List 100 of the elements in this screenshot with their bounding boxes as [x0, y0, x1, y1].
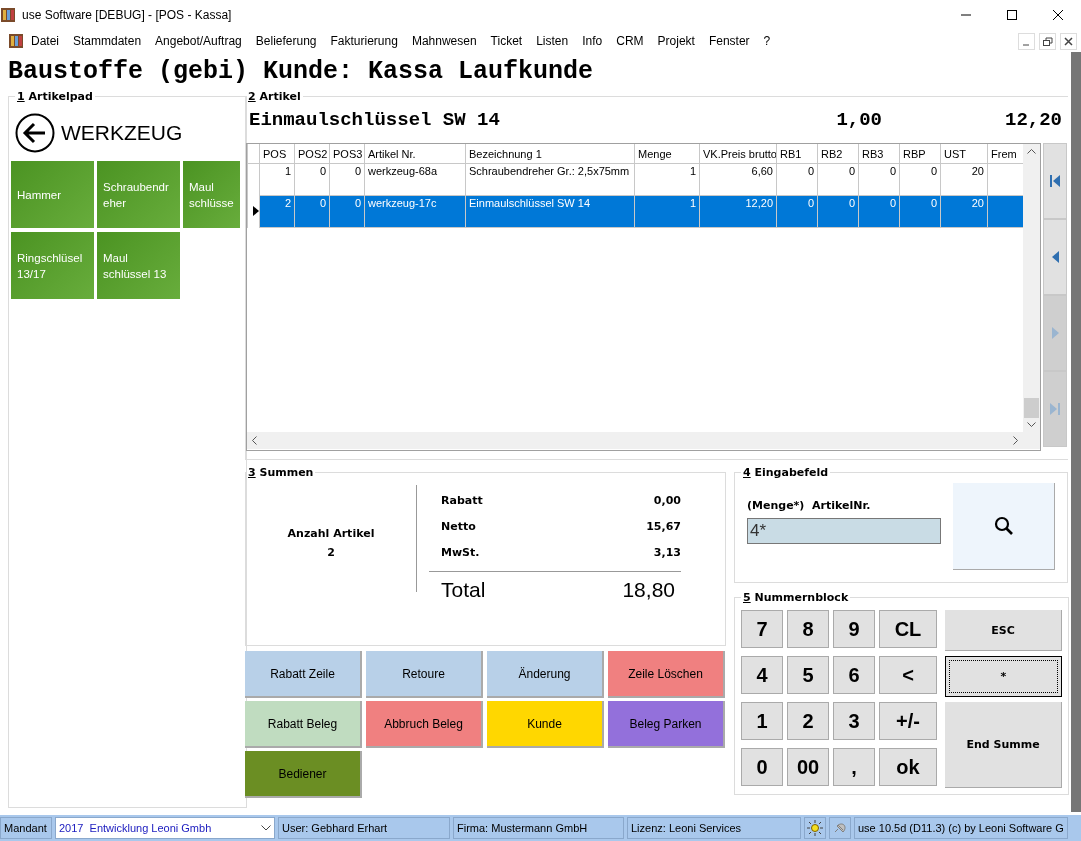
table-cell: 1: [689, 165, 696, 177]
menu-item[interactable]: Ticket: [483, 34, 530, 48]
keypad-key[interactable]: *: [945, 656, 1062, 697]
keypad-key[interactable]: CL: [879, 610, 937, 648]
mandant-dropdown[interactable]: 2017 Entwicklung Leoni Gmbh: [55, 817, 275, 839]
column-header[interactable]: Artikel Nr.: [364, 144, 466, 164]
action-button[interactable]: Beleg Parken: [608, 701, 725, 748]
navigation-button[interactable]: [1043, 219, 1067, 295]
table-cell: 1: [284, 165, 291, 177]
keypad-key[interactable]: 2: [787, 702, 829, 740]
search-icon: [993, 516, 1014, 536]
menu-item[interactable]: Angebot/Auftrag: [148, 34, 249, 48]
current-quantity: 1,00: [835, 109, 882, 131]
keypad-key[interactable]: 9: [833, 610, 875, 648]
restore-icon[interactable]: [1039, 32, 1056, 50]
table-row[interactable]: 1 0 0 werkzeug-68a Schraubendreher Gr.: 2,5x75mm 1 6,60 0 0 0 0 20: [247, 163, 1023, 196]
keypad-key[interactable]: ESC: [945, 610, 1062, 651]
category-title: WERKZEUG: [61, 121, 183, 145]
sum-label: Rabatt: [441, 493, 483, 507]
keypad-key[interactable]: 7: [741, 610, 783, 648]
keypad-key[interactable]: 4: [741, 656, 783, 694]
group-title: 2 Artikel: [247, 90, 302, 103]
keypad-key[interactable]: 0: [741, 748, 783, 786]
column-header[interactable]: POS3: [329, 144, 365, 164]
previous-record-icon: [1050, 251, 1060, 263]
table-cell: 0: [930, 197, 937, 209]
column-header[interactable]: RBP: [899, 144, 941, 164]
table-cell: 20: [971, 197, 984, 209]
column-header[interactable]: Menge: [634, 144, 700, 164]
column-header[interactable]: POS2: [294, 144, 330, 164]
column-header[interactable]: RB1: [776, 144, 818, 164]
column-header[interactable]: RB3: [858, 144, 900, 164]
maximize-icon[interactable]: [1007, 10, 1017, 20]
scroll-up-icon[interactable]: [1027, 148, 1036, 154]
table-cell: 1: [689, 197, 696, 209]
menu-item[interactable]: Stammdaten: [66, 34, 149, 48]
column-header[interactable]: Bezeichnung 1: [465, 144, 635, 164]
menu-item[interactable]: Datei: [24, 34, 66, 48]
keypad-key[interactable]: <: [879, 656, 937, 694]
menu-item[interactable]: Projekt: [650, 34, 702, 48]
group-title: 4 Eingabefeld: [742, 466, 830, 479]
license-status: Lizenz: Leoni Services: [627, 817, 801, 839]
menu-item[interactable]: Listen: [529, 34, 576, 48]
article-input-field[interactable]: 4*: [747, 518, 941, 544]
close-icon[interactable]: [1053, 10, 1063, 20]
menu-item[interactable]: CRM: [609, 34, 651, 48]
menu-item[interactable]: Belieferung: [248, 34, 324, 48]
table-row[interactable]: 2 0 0 werkzeug-17c Einmaulschlüssel SW 14 1 12,20 0 0 0 0 20: [247, 195, 1023, 228]
keypad-key[interactable]: ok: [879, 748, 937, 786]
scroll-left-icon[interactable]: [251, 436, 257, 445]
keypad-key[interactable]: 6: [833, 656, 875, 694]
total-label: Total: [441, 578, 486, 602]
column-header[interactable]: RB2: [817, 144, 859, 164]
table-cell: 0: [930, 165, 937, 177]
current-article-name: Einmaulschlüssel SW 14: [249, 109, 501, 131]
menu-item[interactable]: Info: [575, 34, 610, 48]
table-cell: 0: [319, 197, 326, 209]
keypad-key[interactable]: +/-: [879, 702, 937, 740]
table-cell: 6,60: [751, 165, 773, 177]
action-button[interactable]: Abbruch Beleg: [366, 701, 483, 748]
sum-value: 15,67: [646, 519, 681, 533]
action-button[interactable]: Bediener: [245, 751, 362, 798]
table-cell: 0: [354, 165, 361, 177]
table-cell: 0: [848, 165, 855, 177]
keypad-key[interactable]: End Summe: [945, 702, 1062, 788]
user-status: User: Gebhard Erhart: [278, 817, 450, 839]
scroll-down-icon[interactable]: [1027, 422, 1036, 428]
action-button[interactable]: Kunde: [487, 701, 604, 748]
menu-item[interactable]: Fakturierung: [323, 34, 405, 48]
customer-heading: Baustoffe (gebi) Kunde: Kassa Laufkunde: [8, 56, 594, 86]
keypad-key[interactable]: 3: [833, 702, 875, 740]
table-cell: 2: [284, 197, 291, 209]
group-title: 3 Summen: [247, 466, 315, 479]
table-cell: Schraubendreher Gr.: 2,5x75mm: [469, 165, 630, 177]
action-button[interactable]: Änderung: [487, 651, 604, 698]
action-button[interactable]: Rabatt Zeile: [245, 651, 362, 698]
menu-item[interactable]: ?: [756, 34, 778, 48]
window-title: use Software [DEBUG] - [POS - Kassa]: [22, 8, 232, 22]
keypad-key[interactable]: 5: [787, 656, 829, 694]
table-cell: 0: [889, 165, 896, 177]
group-title: 1 Artikelpad: [16, 90, 94, 103]
count-value: 2: [327, 546, 335, 559]
column-header[interactable]: POS: [259, 144, 295, 164]
keypad-key[interactable]: 8: [787, 610, 829, 648]
scroll-right-icon[interactable]: [1013, 436, 1019, 445]
scrollbar-thumb[interactable]: [1024, 398, 1039, 418]
menu-item[interactable]: Mahnwesen: [404, 34, 484, 48]
keypad-key[interactable]: ,: [833, 748, 875, 786]
action-button[interactable]: Retoure: [366, 651, 483, 698]
company-status: Firma: Mustermann GmbH: [453, 817, 624, 839]
navigation-button[interactable]: [1043, 143, 1067, 219]
keypad-key[interactable]: 00: [787, 748, 829, 786]
action-button[interactable]: Rabatt Beleg: [245, 701, 362, 748]
app-icon: [0, 7, 16, 23]
keypad-key[interactable]: 1: [741, 702, 783, 740]
action-button[interactable]: Zeile Löschen: [608, 651, 725, 698]
column-header[interactable]: UST: [940, 144, 988, 164]
scrollbar[interactable]: [1071, 52, 1081, 812]
count-label: Anzahl Artikel: [287, 527, 375, 540]
menu-item[interactable]: Fenster: [701, 34, 757, 48]
